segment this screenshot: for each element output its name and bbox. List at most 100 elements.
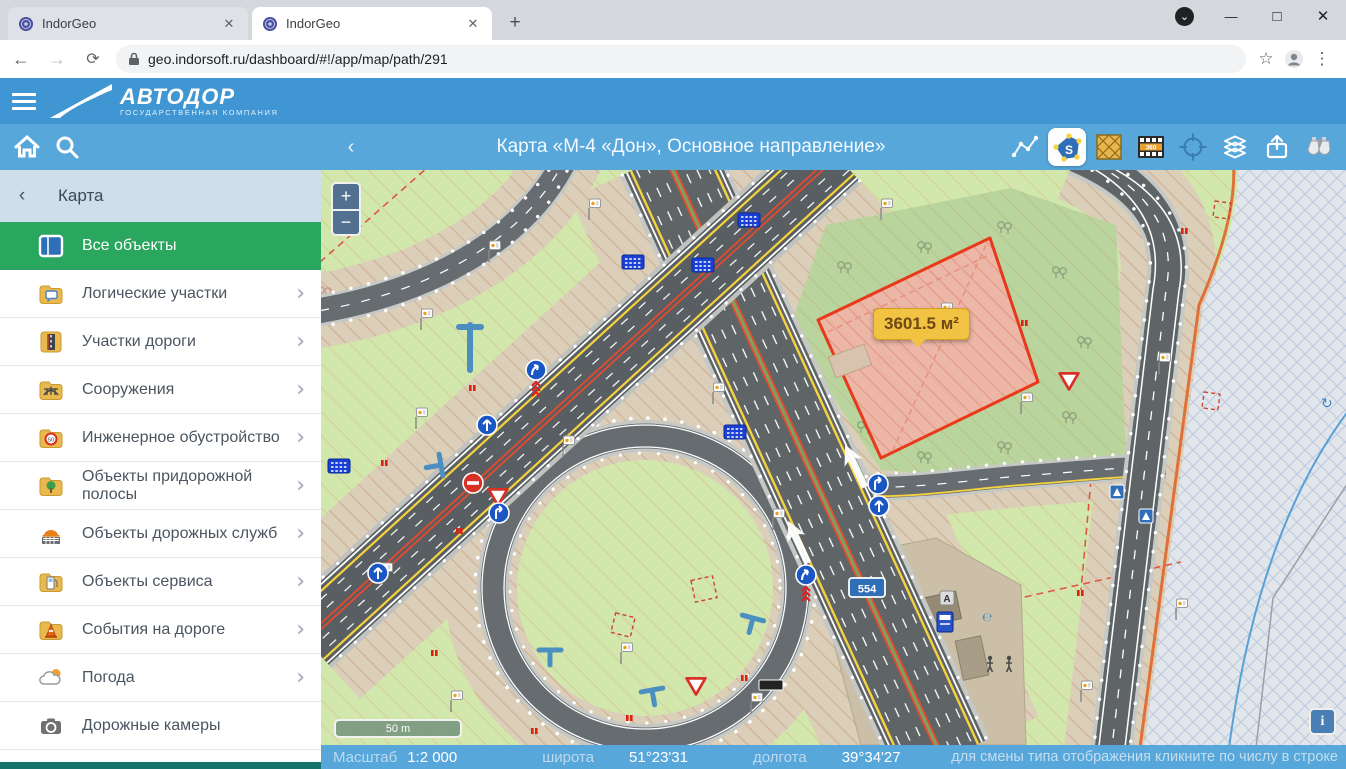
- scale-bar: 50 m: [334, 719, 462, 738]
- all-objects-icon: [38, 234, 64, 258]
- area-measurement-tooltip: 3601.5 м²: [873, 308, 970, 340]
- avtodor-logo: АВТОДОР ГОСУДАРСТВЕННАЯ КОМПАНИЯ: [50, 84, 279, 118]
- roadside-objects-icon: [38, 474, 64, 498]
- favicon-globe-icon: [262, 16, 278, 32]
- chevron-right-icon: ›: [296, 572, 305, 592]
- sidebar-item-engineering[interactable]: 50 Инженерное обустройство ›: [0, 414, 321, 462]
- map-canvas[interactable]: 554 A ℮ ↻: [321, 170, 1346, 745]
- svg-text:S: S: [1065, 143, 1073, 157]
- chevron-right-icon: ›: [296, 476, 305, 496]
- scale-label: Масштаб: [333, 749, 397, 766]
- map-svg: 554 A ℮ ↻: [321, 170, 1346, 745]
- svg-text:A: A: [943, 594, 950, 605]
- structures-icon: [38, 378, 64, 402]
- maximize-button[interactable]: □: [1254, 0, 1300, 32]
- account-circle-icon[interactable]: ⌄: [1175, 7, 1194, 26]
- sidebar-item-logical-sections[interactable]: Логические участки ›: [0, 270, 321, 318]
- road-events-icon: [38, 618, 64, 642]
- close-tab-icon[interactable]: ✕: [464, 15, 482, 33]
- map-title: Карта «М-4 «Дон», Основное направление»: [321, 124, 1061, 170]
- forward-button[interactable]: →: [42, 44, 72, 74]
- longitude-label: долгота: [753, 749, 807, 766]
- road-cameras-icon: [38, 714, 64, 738]
- info-button[interactable]: i: [1309, 708, 1336, 735]
- bookmark-star-icon[interactable]: ☆: [1252, 45, 1280, 73]
- url-input[interactable]: geo.indorsoft.ru/dashboard/#!/app/map/pa…: [116, 45, 1246, 73]
- longitude-value[interactable]: 39°34'27: [842, 749, 901, 766]
- avatar-icon[interactable]: [1280, 45, 1308, 73]
- menu-dots-icon[interactable]: ⋮: [1308, 45, 1336, 73]
- url-text: geo.indorsoft.ru/dashboard/#!/app/map/pa…: [148, 51, 448, 67]
- minimize-button[interactable]: —: [1208, 0, 1254, 32]
- lock-icon: [128, 52, 140, 66]
- sidebar-item-structures[interactable]: Сооружения ›: [0, 366, 321, 414]
- reload-button[interactable]: ⟳: [78, 44, 108, 74]
- road-sections-icon: [38, 330, 64, 354]
- map-header-bar: ‹ Карта «М-4 «Дон», Основное направление…: [0, 124, 1346, 170]
- sidebar-item-weather[interactable]: Погода ›: [0, 654, 321, 702]
- chevron-right-icon: ›: [296, 668, 305, 688]
- sidebar-item-service-objects[interactable]: Объекты сервиса ›: [0, 558, 321, 606]
- logo-subtitle: ГОСУДАРСТВЕННАЯ КОМПАНИЯ: [120, 108, 279, 117]
- sidebar-item-road-sections[interactable]: Участки дороги ›: [0, 318, 321, 366]
- logical-sections-icon: [38, 282, 64, 306]
- chevron-right-icon: ›: [296, 428, 305, 448]
- map-toolbar: S 360: [1004, 127, 1340, 167]
- scale-value[interactable]: 1:2 000: [407, 749, 457, 766]
- svg-text:554: 554: [858, 584, 877, 596]
- crosshair-icon[interactable]: [1174, 128, 1212, 166]
- engineering-icon: 50: [38, 426, 64, 450]
- sidebar: ‹ Карта Все объекты Логические участки ›…: [0, 170, 321, 769]
- polyline-icon[interactable]: [1006, 128, 1044, 166]
- zoom-in-button[interactable]: +: [331, 182, 361, 209]
- e-marker-glyph: ℮: [982, 610, 992, 624]
- sidebar-item-road-services[interactable]: Объекты дорожных служб ›: [0, 510, 321, 558]
- small-km-sign: [759, 680, 783, 690]
- tab-indorgeo-1[interactable]: IndorGeo ✕: [8, 7, 248, 40]
- sidebar-item-road-cameras[interactable]: Дорожные камеры: [0, 702, 321, 750]
- sidebar-collapse-chevron[interactable]: ‹: [0, 185, 44, 207]
- km-post-sign: 554: [849, 578, 885, 597]
- tab-title: IndorGeo: [286, 16, 464, 31]
- logo-title: АВТОДОР: [120, 86, 279, 108]
- latitude-value[interactable]: 51°23'31: [629, 749, 688, 766]
- zoom-out-button[interactable]: −: [331, 209, 361, 236]
- logo-swoosh-icon: [50, 84, 112, 118]
- video-360-icon[interactable]: 360: [1132, 128, 1170, 166]
- svg-text:50: 50: [48, 437, 54, 443]
- new-tab-button[interactable]: +: [502, 10, 528, 36]
- search-icon[interactable]: [52, 133, 82, 161]
- chevron-right-icon: ›: [296, 332, 305, 352]
- polygon-select-icon[interactable]: S: [1048, 128, 1086, 166]
- sidebar-item-roadside-objects[interactable]: Объекты придорожной полосы ›: [0, 462, 321, 510]
- close-tab-icon[interactable]: ✕: [220, 15, 238, 33]
- rotate-marker-glyph: ↻: [1321, 396, 1333, 412]
- sidebar-item-all-objects[interactable]: Все объекты: [0, 222, 321, 270]
- loop-infield: [517, 460, 773, 716]
- chevron-right-icon: ›: [296, 284, 305, 304]
- svg-text:360: 360: [1146, 145, 1157, 152]
- back-button[interactable]: ←: [6, 44, 36, 74]
- sidebar-bottom-strip: [0, 762, 321, 769]
- status-bar: Масштаб 1:2 000 широта 51°23'31 долгота …: [321, 745, 1346, 769]
- zoom-control: + −: [331, 182, 361, 236]
- latitude-label: широта: [542, 749, 594, 766]
- home-icon[interactable]: [12, 133, 42, 161]
- tab-title: IndorGeo: [42, 16, 220, 31]
- sidebar-item-road-events[interactable]: События на дороге ›: [0, 606, 321, 654]
- chevron-right-icon: ›: [296, 380, 305, 400]
- close-window-button[interactable]: ✕: [1300, 0, 1346, 32]
- tiles-icon[interactable]: [1090, 128, 1128, 166]
- statusbar-hint: для смены типа отображения кликните по ч…: [951, 749, 1338, 765]
- chevron-right-icon: ›: [296, 620, 305, 640]
- tab-strip: IndorGeo ✕ IndorGeo ✕ + ⌄ — □ ✕: [0, 0, 1346, 40]
- chevron-right-icon: ›: [296, 524, 305, 544]
- weather-icon: [38, 666, 64, 690]
- binoculars-icon[interactable]: [1300, 128, 1338, 166]
- layers-icon[interactable]: [1216, 128, 1254, 166]
- road-services-icon: [38, 522, 64, 546]
- export-icon[interactable]: [1258, 128, 1296, 166]
- tab-indorgeo-2[interactable]: IndorGeo ✕: [252, 7, 492, 40]
- sidebar-header: ‹ Карта: [0, 170, 321, 222]
- hamburger-icon[interactable]: [12, 89, 36, 114]
